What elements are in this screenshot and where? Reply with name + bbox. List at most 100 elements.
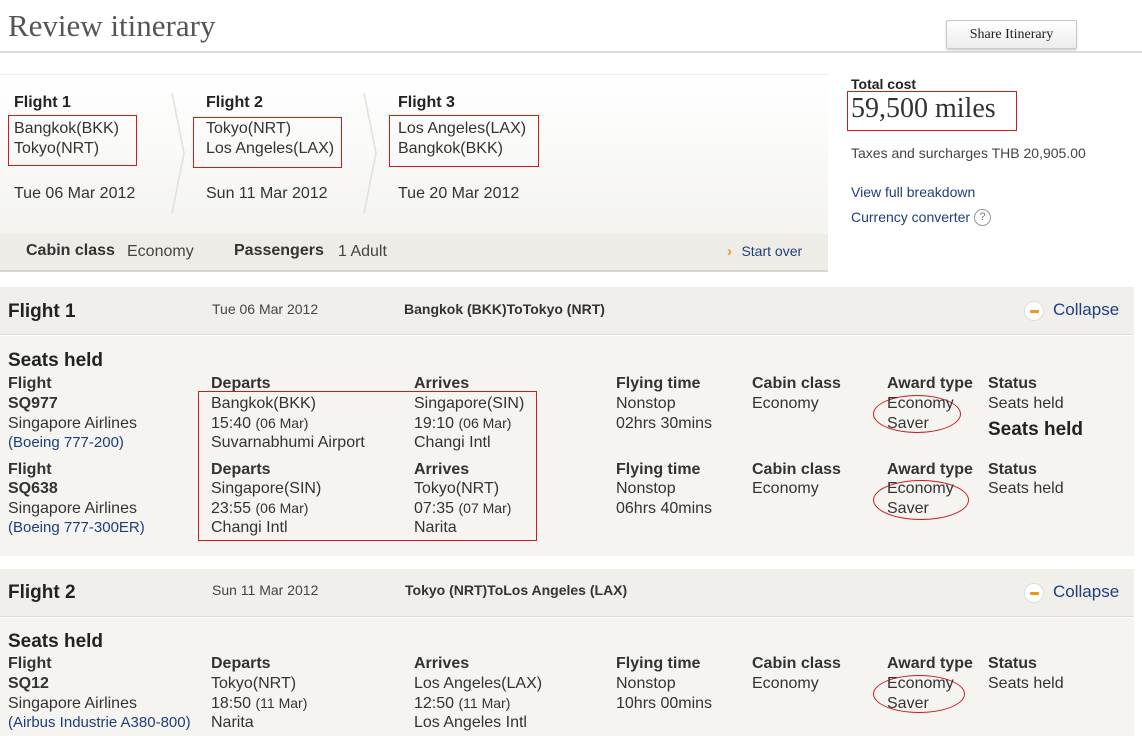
departure-airport: Changi Intl: [211, 519, 288, 536]
col-award-type: Award type: [887, 375, 973, 392]
aircraft-link[interactable]: (Boeing 777-200): [8, 433, 137, 453]
arrival-airport: Los Angeles Intl: [414, 714, 527, 731]
col-status: Status: [988, 461, 1037, 478]
award-level: Saver: [887, 694, 929, 712]
view-breakdown-link[interactable]: View full breakdown: [851, 184, 975, 200]
summary-flight-3-to: Bangkok(BKK): [398, 140, 503, 157]
flight-2-header: Flight 2 Sun 11 Mar 2012 Tokyo (NRT)ToLo…: [0, 569, 1134, 617]
arrival-city: Tokyo(NRT): [414, 480, 500, 497]
award-type: Economy Saver: [887, 479, 954, 518]
arrival-city: Los Angeles(LAX): [414, 675, 543, 692]
segment-flight: SQ12 Singapore Airlines (Airbus Industri…: [8, 674, 191, 733]
flight-date: Tue 06 Mar 2012: [212, 301, 319, 317]
cabin-passenger-bar: Cabin class Economy Passengers 1 Adult ›…: [0, 234, 828, 272]
departure-time: 15:40: [211, 414, 252, 432]
airline: Singapore Airlines: [8, 499, 137, 517]
departure-time: 23:55: [211, 499, 252, 517]
summary-flight-3-date: Tue 20 Mar 2012: [398, 185, 520, 202]
arrival-time: 19:10: [414, 414, 455, 432]
flight-title: Flight 1: [8, 301, 76, 322]
itinerary-summary: Flight 1 Bangkok(BKK) Tokyo(NRT) Tue 06 …: [0, 74, 828, 234]
flight-route: Tokyo (NRT)ToLos Angeles (LAX): [405, 582, 628, 598]
segment-flying-time: Nonstop 10hrs 00mins: [616, 674, 712, 713]
summary-flight-3-from: Los Angeles(LAX): [398, 120, 527, 137]
segment-status: Seats held: [988, 675, 1064, 692]
segment-flight: SQ638 Singapore Airlines (Boeing 777-300…: [8, 479, 145, 538]
award-class: Economy: [887, 480, 954, 497]
collapse-button[interactable]: Collapse: [1024, 582, 1119, 603]
col-departs: Departs: [211, 655, 271, 672]
currency-converter: Currency converter?: [851, 209, 992, 227]
cabin-value: Economy: [752, 675, 819, 692]
summary-flight-1-to: Tokyo(NRT): [14, 140, 100, 157]
currency-converter-link[interactable]: Currency converter: [851, 209, 970, 225]
col-status: Status: [988, 375, 1037, 392]
departure-date: (06 Mar): [255, 499, 309, 516]
help-icon[interactable]: ?: [974, 209, 992, 227]
arrival-date: (11 Mar): [458, 694, 511, 711]
share-itinerary-button[interactable]: Share Itinerary: [946, 20, 1077, 49]
summary-flight-2-from: Tokyo(NRT): [206, 120, 292, 137]
flight-title: Flight 2: [8, 582, 76, 603]
departure-city: Singapore(SIN): [211, 480, 322, 497]
duration: 02hrs 30mins: [616, 414, 713, 432]
segment-departs: Bangkok(BKK) 15:40 (06 Mar) Suvarnabhumi…: [211, 394, 365, 453]
col-status: Status: [988, 655, 1037, 672]
departure-city: Tokyo(NRT): [211, 675, 297, 692]
status-note: Seats held: [988, 419, 1084, 440]
cabin-class-label: Cabin class: [26, 242, 115, 259]
chevron-separator-icon: [363, 93, 377, 213]
stops: Nonstop: [616, 395, 676, 412]
flight-number: SQ638: [8, 480, 58, 497]
collapse-button[interactable]: Collapse: [1024, 300, 1119, 321]
flight-route: Bangkok (BKK)ToTokyo (NRT): [404, 301, 605, 317]
arrival-airport: Changi Intl: [414, 434, 491, 451]
total-cost-value: 59,500 miles: [851, 93, 996, 124]
col-flying-time: Flying time: [616, 461, 701, 478]
summary-flight-1-date: Tue 06 Mar 2012: [14, 185, 136, 202]
segment-arrives: Tokyo(NRT) 07:35 (07 Mar) Narita: [414, 479, 511, 538]
airline: Singapore Airlines: [8, 694, 137, 712]
duration: 06hrs 40mins: [616, 499, 713, 517]
col-flight: Flight: [8, 461, 52, 478]
collapse-label: Collapse: [1053, 300, 1120, 319]
duration: 10hrs 00mins: [616, 694, 713, 712]
segment-departs: Singapore(SIN) 23:55 (06 Mar) Changi Int…: [211, 479, 321, 538]
award-level: Saver: [887, 499, 929, 517]
cabin-class-value: Economy: [127, 243, 194, 260]
chevron-separator-icon: [171, 93, 185, 213]
summary-flight-3-heading: Flight 3: [398, 94, 455, 111]
flight-2-details: Seats held Flight Departs Arrives Flying…: [0, 618, 1134, 736]
flight-date: Sun 11 Mar 2012: [212, 582, 319, 598]
flight-1-header: Flight 1 Tue 06 Mar 2012 Bangkok (BKK)To…: [0, 287, 1134, 335]
col-flying-time: Flying time: [616, 655, 701, 672]
arrival-date: (06 Mar): [458, 414, 512, 431]
minus-icon: [1024, 300, 1044, 321]
departure-time: 18:50: [211, 694, 252, 712]
start-over-label: Start over: [741, 243, 803, 259]
segment-status: Seats held: [988, 395, 1064, 412]
col-flight: Flight: [8, 375, 52, 392]
col-cabin-class: Cabin class: [752, 655, 841, 672]
stops: Nonstop: [616, 480, 676, 497]
col-arrives: Arrives: [414, 655, 470, 672]
col-award-type: Award type: [887, 461, 973, 478]
passengers-label: Passengers: [234, 242, 324, 259]
departure-date: (06 Mar): [255, 414, 309, 431]
departure-airport: Suvarnabhumi Airport: [211, 434, 365, 451]
start-over-link[interactable]: › Start over: [727, 243, 802, 261]
aircraft-link[interactable]: (Boeing 777-300ER): [8, 518, 145, 538]
arrival-city: Singapore(SIN): [414, 395, 525, 412]
col-departs: Departs: [211, 461, 271, 478]
aircraft-link[interactable]: (Airbus Industrie A380-800): [8, 713, 191, 733]
award-type: Economy Saver: [887, 394, 954, 433]
flight-number: SQ12: [8, 675, 49, 692]
arrival-airport: Narita: [414, 519, 457, 536]
arrival-time: 07:35: [414, 499, 455, 517]
award-class: Economy: [887, 675, 954, 692]
stops: Nonstop: [616, 675, 676, 692]
segment-departs: Tokyo(NRT) 18:50 (11 Mar) Narita: [211, 674, 307, 733]
col-award-type: Award type: [887, 655, 973, 672]
summary-flight-2-to: Los Angeles(LAX): [206, 140, 335, 157]
page-title: Review itinerary: [8, 8, 216, 43]
